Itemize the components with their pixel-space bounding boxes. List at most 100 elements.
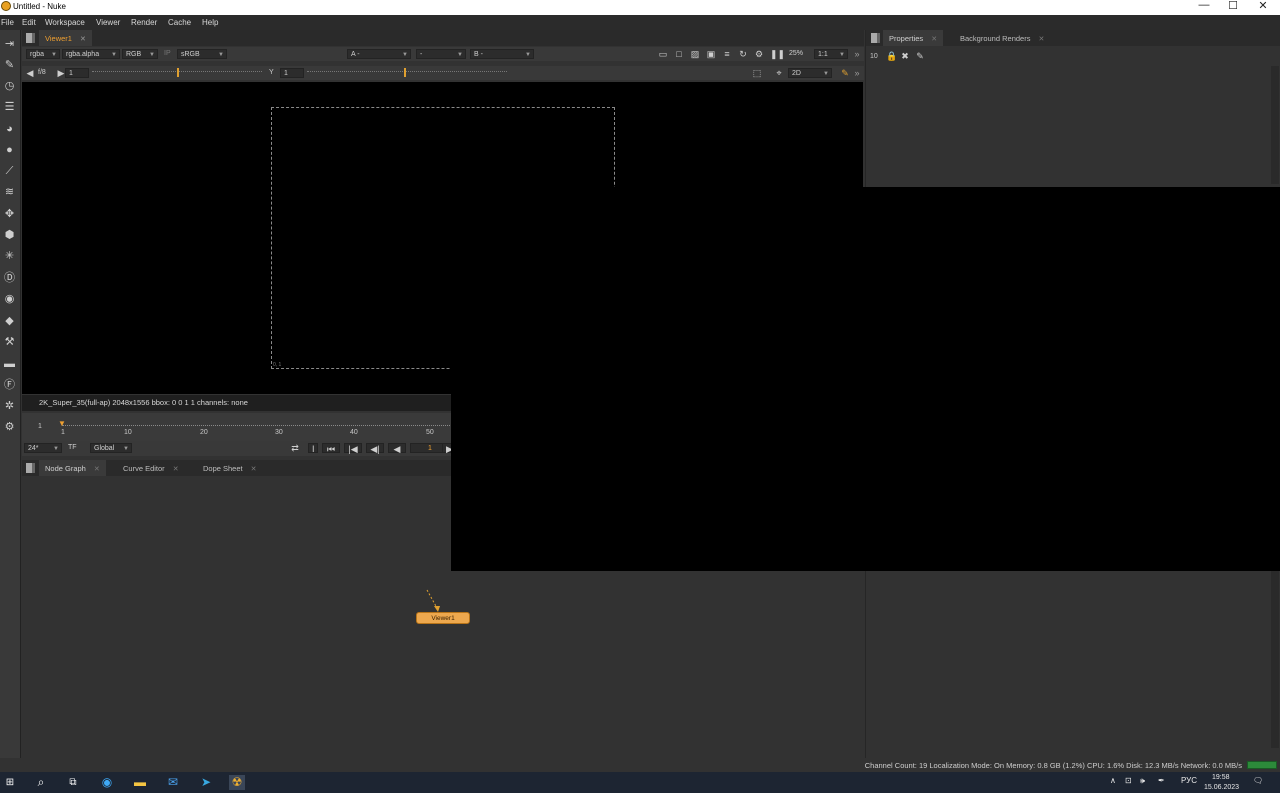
- props-panel-menu-icon[interactable]: [871, 33, 880, 43]
- pause-button-icon[interactable]: ❚❚: [770, 49, 785, 59]
- display-dropdown[interactable]: RGB ▼: [122, 49, 158, 59]
- mail-icon[interactable]: ✉: [165, 775, 181, 790]
- prev-fstop-icon[interactable]: ◀: [25, 68, 35, 78]
- views-tool-icon[interactable]: ◉: [2, 292, 17, 307]
- properties-scrollbar[interactable]: [1271, 66, 1279, 184]
- input-a-dropdown[interactable]: A - ▼: [347, 49, 411, 59]
- deep-tool-icon[interactable]: Ⓓ: [2, 271, 17, 286]
- tab-background-renders[interactable]: Background Renders ✕: [954, 30, 1051, 46]
- gamma-slider-handle[interactable]: [404, 68, 406, 77]
- furnace-tool-icon[interactable]: Ⓕ: [2, 378, 17, 393]
- minimize-button[interactable]: —: [1190, 0, 1218, 11]
- overlay-icon[interactable]: ▣: [706, 49, 716, 59]
- prev-frame-icon[interactable]: ◀|: [366, 443, 384, 454]
- file-explorer-icon[interactable]: ▬: [132, 775, 148, 790]
- properties-scrollbar-lower[interactable]: [1271, 570, 1279, 748]
- channel-tool-icon[interactable]: ☰: [2, 100, 17, 115]
- menu-file[interactable]: File: [1, 18, 14, 27]
- viewer1-node[interactable]: Viewer1: [416, 612, 470, 624]
- bottom-panel-menu-icon[interactable]: [26, 463, 35, 473]
- tab-properties[interactable]: Properties ✕: [883, 30, 944, 46]
- view-mode-dropdown[interactable]: 2D ▼: [788, 68, 832, 78]
- play-back-icon[interactable]: ◀: [388, 443, 406, 454]
- transform-tool-icon[interactable]: ✥: [2, 207, 17, 222]
- lut-dropdown[interactable]: sRGB ▼: [177, 49, 227, 59]
- task-view-icon[interactable]: ⧉: [65, 775, 81, 790]
- draw-tool-icon[interactable]: ✎: [2, 58, 17, 73]
- keyer-tool-icon[interactable]: ⟋: [2, 164, 17, 179]
- menu-workspace[interactable]: Workspace: [45, 18, 85, 27]
- pause-icon[interactable]: ⚙: [754, 49, 764, 59]
- clip-warning-icon[interactable]: □: [674, 49, 684, 59]
- tab-dope-sheet[interactable]: Dope Sheet ✕: [197, 460, 263, 476]
- metadata-tool-icon[interactable]: ◆: [2, 314, 17, 329]
- other-tool-icon[interactable]: ▬: [2, 357, 17, 372]
- network-icon[interactable]: ⊡: [1125, 776, 1132, 785]
- channels-dropdown[interactable]: rgba ▼: [26, 49, 60, 59]
- merge-tool-icon[interactable]: ≋: [2, 185, 17, 200]
- particles-tool-icon[interactable]: ✳: [2, 249, 17, 264]
- menu-help[interactable]: Help: [202, 18, 218, 27]
- ratio-dropdown[interactable]: 1:1 ▼: [814, 49, 848, 59]
- menu-viewer[interactable]: Viewer: [96, 18, 120, 27]
- close-tab-icon[interactable]: ✕: [94, 466, 100, 473]
- filter-tool-icon[interactable]: ●: [2, 143, 17, 158]
- pen-icon[interactable]: ✒: [1158, 776, 1165, 785]
- clear-panels-icon[interactable]: ✖: [900, 51, 910, 61]
- image-tool-icon[interactable]: ⇥: [2, 37, 17, 52]
- maximize-button[interactable]: ☐: [1219, 0, 1247, 12]
- 3d-tool-icon[interactable]: ⬢: [2, 228, 17, 243]
- wipe-dropdown[interactable]: - ▼: [416, 49, 466, 59]
- loop-icon[interactable]: ⇄: [290, 443, 300, 453]
- first-frame-icon[interactable]: ⏮: [322, 443, 340, 454]
- nuke-taskbar-icon[interactable]: ☢: [229, 775, 245, 790]
- more-icon[interactable]: »: [852, 68, 862, 78]
- gamma-input[interactable]: 1: [280, 68, 304, 78]
- lines-icon[interactable]: ≡: [722, 49, 732, 59]
- proxy-icon[interactable]: ▨: [690, 49, 700, 59]
- language-indicator[interactable]: РУС: [1181, 776, 1197, 785]
- gamma-slider[interactable]: [307, 71, 507, 75]
- refresh-icon[interactable]: ↻: [738, 49, 748, 59]
- clock-time[interactable]: 19:58: [1212, 774, 1230, 781]
- gain-input[interactable]: 1: [65, 68, 89, 78]
- range-dropdown[interactable]: Global ▼: [90, 443, 132, 453]
- expand-icon[interactable]: »: [852, 49, 862, 59]
- roi-select-icon[interactable]: ⬚: [752, 68, 762, 78]
- close-button[interactable]: ✕: [1249, 0, 1277, 12]
- fps-dropdown[interactable]: 24* ▼: [24, 443, 62, 453]
- close-tab-icon[interactable]: ✕: [1038, 36, 1044, 43]
- toolsets-tool-icon[interactable]: ⚒: [2, 335, 17, 350]
- notifications-icon[interactable]: 🗨: [1253, 776, 1263, 785]
- menu-render[interactable]: Render: [131, 18, 157, 27]
- menu-cache[interactable]: Cache: [168, 18, 191, 27]
- gain-slider-handle[interactable]: [177, 68, 179, 77]
- color-tool-icon[interactable]: ◕: [2, 122, 17, 137]
- panel-menu-icon[interactable]: [26, 33, 35, 43]
- tab-viewer1[interactable]: Viewer1 ✕: [39, 30, 92, 46]
- close-tab-icon[interactable]: ✕: [80, 36, 86, 43]
- close-tab-icon[interactable]: ✕: [173, 466, 179, 473]
- menu-edit[interactable]: Edit: [22, 18, 36, 27]
- alpha-channel-dropdown[interactable]: rgba.alpha ▼: [62, 49, 120, 59]
- tf-dropdown[interactable]: TF: [68, 443, 77, 453]
- plugins-tool-icon[interactable]: ✲: [2, 399, 17, 414]
- edge-icon[interactable]: ◉: [99, 775, 115, 790]
- in-out-icon[interactable]: I: [308, 443, 318, 454]
- pencil-icon[interactable]: ✎: [915, 51, 925, 61]
- clock-date[interactable]: 15.06.2023: [1204, 784, 1239, 791]
- playhead-icon[interactable]: ▼: [58, 420, 66, 428]
- tray-chevron-icon[interactable]: ∧: [1110, 776, 1116, 785]
- roi-icon[interactable]: ▭: [658, 49, 668, 59]
- time-tool-icon[interactable]: ◷: [2, 79, 17, 94]
- max-panels-value[interactable]: 10: [870, 53, 878, 60]
- search-icon[interactable]: ⌕: [33, 775, 49, 790]
- settings-tool-icon[interactable]: ⚙: [2, 420, 17, 435]
- close-tab-icon[interactable]: ✕: [251, 466, 257, 473]
- lock-icon[interactable]: 🔒: [886, 51, 897, 61]
- prev-key-icon[interactable]: |◀: [344, 443, 362, 454]
- start-icon[interactable]: ⊞: [2, 775, 18, 790]
- telegram-icon[interactable]: ➤: [198, 775, 214, 790]
- close-tab-icon[interactable]: ✕: [931, 36, 937, 43]
- tab-curve-editor[interactable]: Curve Editor ✕: [117, 460, 185, 476]
